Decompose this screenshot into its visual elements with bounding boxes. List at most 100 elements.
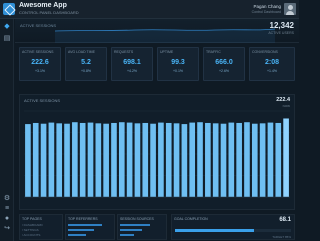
panel-session-sources[interactable]: SESSION SOURCES: [117, 214, 167, 240]
referrer-bar: [68, 234, 86, 236]
kpi-delta: +0.1%: [172, 69, 184, 73]
chart-bar[interactable]: [32, 122, 39, 197]
chart-bar[interactable]: [197, 122, 203, 197]
kpi-card[interactable]: AVG LOAD TIME 5.2 +0.8%: [65, 47, 107, 81]
list-item: / SETTINGS: [22, 228, 39, 232]
chart-bar[interactable]: [150, 123, 156, 197]
chart-bar[interactable]: [189, 122, 196, 197]
kpi-card[interactable]: TRAFFIC 666.0 +2.6%: [203, 47, 245, 81]
kpi-value: 99.3: [171, 59, 185, 66]
chart-bar[interactable]: [267, 122, 274, 197]
kpi-title: REQUESTS: [114, 50, 134, 54]
chart-bar[interactable]: [118, 122, 125, 197]
kpi-value: 222.6: [31, 59, 49, 66]
chart-bar[interactable]: [228, 122, 235, 197]
chart-bar[interactable]: [72, 122, 78, 197]
chart-bar[interactable]: [79, 122, 86, 197]
hero-value: 12,342: [269, 21, 294, 30]
panel-goal-completion[interactable]: GOAL COMPLETION 68.1 TARGET 85%: [171, 214, 295, 240]
kpi-value: 2:08: [264, 59, 279, 66]
user-icon[interactable]: ●: [3, 215, 11, 223]
chart-bar[interactable]: [212, 123, 219, 197]
app-subtitle: CONTROL PANEL DASHBOARD: [19, 10, 79, 15]
kpi-value: 698.1: [123, 59, 141, 66]
chart-bar[interactable]: [103, 123, 109, 197]
avatar[interactable]: [284, 3, 296, 15]
kpi-title: CONVERSIONS: [252, 50, 278, 54]
sidebar: ◆ ▤ ⚙ ≡ ● ↪: [0, 19, 14, 241]
bottom-panels: TOP PAGES / DASHBOARD / SETTINGS / ACCOU…: [19, 214, 295, 240]
chart-current-value: 222.4: [276, 97, 290, 103]
referrer-bar: [68, 229, 94, 231]
chart-bar[interactable]: [236, 122, 242, 197]
kpi-delta: +0.8%: [80, 69, 92, 73]
main-content: ACTIVE SESSIONS 12,342 ACTIVE USERS ACTI…: [15, 19, 299, 241]
kpi-title: UPTIME: [160, 50, 174, 54]
chart-bar[interactable]: [220, 123, 227, 197]
chart-bar[interactable]: [134, 123, 141, 197]
chart-bar[interactable]: [111, 122, 117, 197]
dashboard-icon[interactable]: ◆: [3, 23, 11, 31]
panel-title: GOAL COMPLETION: [174, 217, 208, 221]
kpi-card[interactable]: CONVERSIONS 2:08 +1.4%: [249, 47, 295, 81]
kpi-delta: +4.2%: [126, 69, 138, 73]
kpi-card[interactable]: UPTIME 99.3 +0.1%: [157, 47, 199, 81]
referrer-bar: [68, 224, 102, 226]
chart-bar[interactable]: [126, 122, 133, 197]
chart-bar[interactable]: [142, 122, 149, 197]
chart-bar[interactable]: [165, 122, 172, 197]
app-title: Awesome App: [19, 2, 67, 9]
chart-bar[interactable]: [275, 122, 282, 197]
chart-icon[interactable]: ▤: [3, 35, 11, 43]
goal-target: TARGET 85%: [272, 235, 291, 239]
user-subtitle: Control Dashboard: [251, 10, 281, 14]
chart-bar[interactable]: [87, 122, 94, 197]
kpi-delta: +3.1%: [34, 69, 46, 73]
panel-top-pages[interactable]: TOP PAGES / DASHBOARD / SETTINGS / ACCOU…: [19, 214, 63, 240]
hero-panel: ACTIVE SESSIONS 12,342 ACTIVE USERS: [15, 19, 299, 43]
list-icon[interactable]: ≡: [3, 205, 11, 213]
chart-bar[interactable]: [95, 123, 102, 197]
goal-value: 68.1: [279, 217, 291, 223]
panel-title: TOP REFERRERS: [68, 217, 98, 221]
chart-bar[interactable]: [259, 123, 266, 197]
chart-bar[interactable]: [283, 118, 289, 197]
source-bar: [120, 234, 134, 236]
bar-chart: [24, 110, 290, 198]
chart-bar[interactable]: [158, 122, 164, 197]
logout-icon[interactable]: ↪: [3, 225, 11, 233]
panel-title: SESSION SOURCES: [120, 217, 154, 221]
chart-bar[interactable]: [40, 123, 47, 197]
chart-bar[interactable]: [244, 122, 250, 197]
chart-panel: ACTIVE SESSIONS 222.4 NOW: [19, 94, 295, 210]
hero-subtitle: ACTIVE USERS: [268, 31, 294, 35]
chart-title: ACTIVE SESSIONS: [24, 98, 61, 103]
chart-bar[interactable]: [25, 124, 31, 197]
kpi-card[interactable]: ACTIVE SESSIONS 222.6 +3.1%: [19, 47, 61, 81]
source-bar: [120, 229, 142, 231]
settings-icon[interactable]: ⚙: [3, 195, 11, 203]
source-bar: [120, 224, 150, 226]
kpi-delta: +1.4%: [266, 69, 278, 73]
list-item: / ACCOUNTS: [22, 233, 41, 237]
chart-bar[interactable]: [181, 124, 188, 197]
chart-bar[interactable]: [64, 123, 70, 197]
goal-progress-track: [175, 229, 291, 232]
kpi-title: AVG LOAD TIME: [68, 50, 95, 54]
chart-bar[interactable]: [205, 122, 211, 197]
kpi-title: TRAFFIC: [206, 50, 221, 54]
chart-bar[interactable]: [56, 123, 63, 197]
chart-bar[interactable]: [173, 123, 180, 197]
panel-title: TOP PAGES: [22, 217, 42, 221]
kpi-delta: +2.6%: [218, 69, 230, 73]
kpi-title: ACTIVE SESSIONS: [22, 50, 54, 54]
user-name[interactable]: Pagan Chang: [253, 4, 281, 9]
list-item: / DASHBOARD: [22, 223, 43, 227]
top-bar: Awesome App CONTROL PANEL DASHBOARD Paga…: [0, 0, 299, 19]
panel-top-referrers[interactable]: TOP REFERRERS: [65, 214, 115, 240]
chart-bar[interactable]: [48, 122, 55, 197]
kpi-value: 5.2: [81, 59, 91, 66]
app-logo-icon[interactable]: [3, 3, 15, 15]
chart-bar[interactable]: [251, 123, 258, 197]
kpi-card[interactable]: REQUESTS 698.1 +4.2%: [111, 47, 153, 81]
